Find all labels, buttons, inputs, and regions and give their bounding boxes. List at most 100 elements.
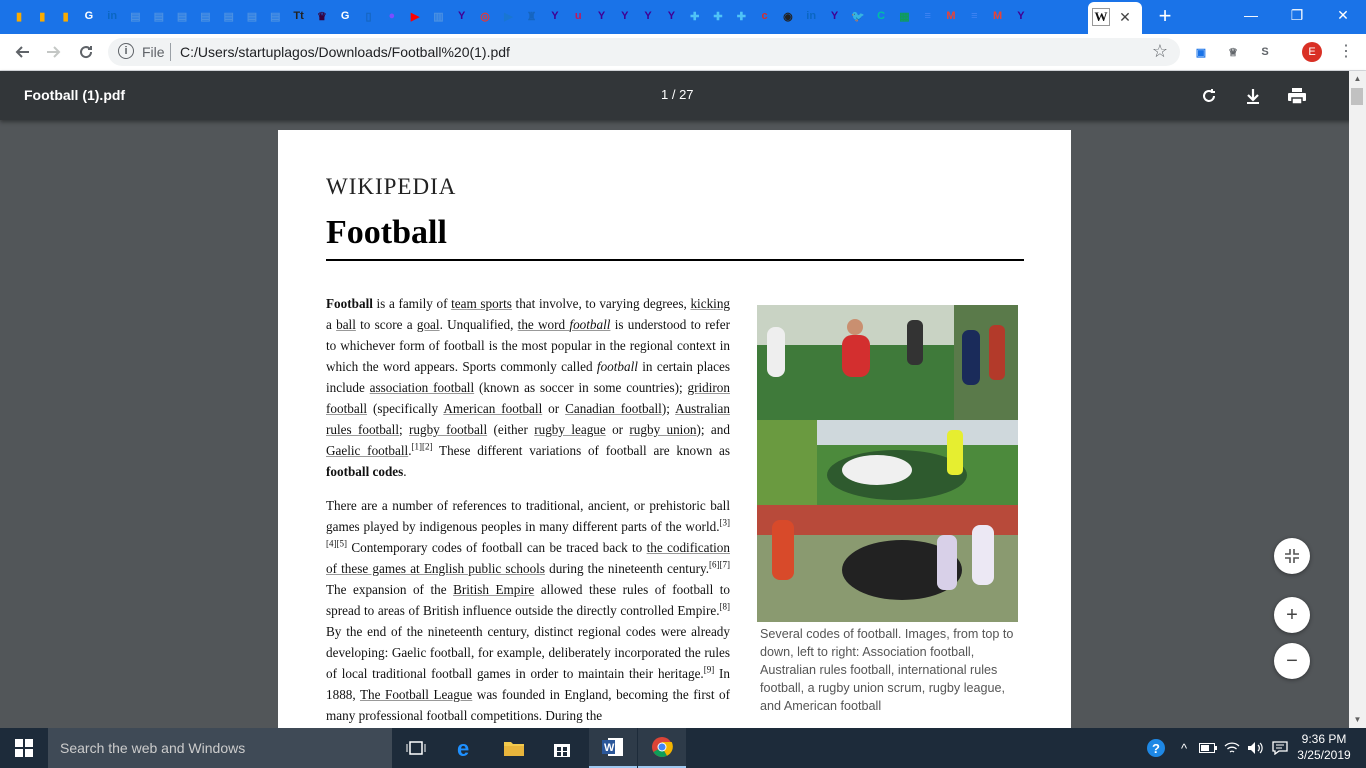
link-goal[interactable]: goal	[417, 317, 440, 332]
site-icon[interactable]: ▤	[172, 6, 192, 26]
wifi-icon[interactable]	[1222, 738, 1242, 758]
linkedin-icon[interactable]: in	[801, 6, 821, 26]
bookmark-app-icon[interactable]: ▣	[1192, 43, 1210, 61]
twitter-icon[interactable]: 🐦	[848, 6, 868, 26]
new-tab-button[interactable]: +	[1154, 5, 1176, 27]
scroll-down-arrow[interactable]: ▼	[1349, 712, 1366, 728]
link-gaelic-football[interactable]: Gaelic football	[326, 443, 408, 458]
info-icon[interactable]: i	[118, 43, 134, 59]
docs-icon[interactable]: ≡	[964, 6, 984, 26]
close-tab-icon[interactable]: ✕	[1116, 8, 1134, 26]
yahoo-icon[interactable]: Y	[545, 6, 565, 26]
gmail-icon[interactable]: M	[988, 6, 1008, 26]
link-rugby-league[interactable]: rugby league	[534, 422, 606, 437]
forward-button[interactable]	[42, 40, 66, 64]
plus-app-icon[interactable]: ✚	[685, 6, 705, 26]
link-kicking[interactable]: kicking	[690, 296, 730, 311]
notifications-icon[interactable]	[1270, 738, 1290, 758]
yahoo-icon[interactable]: Y	[615, 6, 635, 26]
link-codification[interactable]: the codification of these games at Engli…	[326, 540, 730, 576]
link-football-league[interactable]: The Football League	[360, 687, 472, 702]
analytics-icon[interactable]: ▮	[9, 6, 29, 26]
site-icon[interactable]: ◎	[475, 6, 495, 26]
taskbar-word[interactable]: W	[589, 728, 637, 768]
taskbar-file-explorer[interactable]	[490, 728, 538, 768]
circle-icon[interactable]: ●	[382, 6, 402, 26]
site-icon[interactable]: ▤	[242, 6, 262, 26]
system-clock[interactable]: 9:36 PM 3/25/2019	[1296, 731, 1352, 763]
docs-icon[interactable]: ≡	[918, 6, 938, 26]
sheets-icon[interactable]: ▦	[894, 6, 914, 26]
yahoo-icon[interactable]: Y	[638, 6, 658, 26]
play-icon[interactable]: ▶	[498, 6, 518, 26]
scroll-thumb[interactable]	[1351, 88, 1363, 105]
site-icon[interactable]: ▤	[149, 6, 169, 26]
minimize-button[interactable]: —	[1228, 0, 1274, 30]
analytics-icon[interactable]: ▮	[56, 6, 76, 26]
vertical-scrollbar[interactable]: ▲ ▼	[1349, 71, 1366, 728]
taskbar-edge[interactable]: e	[442, 728, 490, 768]
site-icon[interactable]: ▤	[219, 6, 239, 26]
volume-icon[interactable]	[1246, 738, 1266, 758]
trophy-icon[interactable]: ♕	[1224, 43, 1242, 61]
doc-icon[interactable]: ▯	[359, 6, 379, 26]
tt-icon[interactable]: Tt	[289, 6, 309, 26]
link-british-empire[interactable]: British Empire	[453, 582, 534, 597]
site-icon[interactable]: ▤	[126, 6, 146, 26]
link-rugby-union[interactable]: rugby union	[629, 422, 696, 437]
link-ball[interactable]: ball	[336, 317, 356, 332]
chart-icon[interactable]: ▥	[428, 6, 448, 26]
download-button[interactable]	[1240, 83, 1266, 109]
google-icon[interactable]: G	[335, 6, 355, 26]
yahoo-icon[interactable]: Y	[1011, 6, 1031, 26]
restore-button[interactable]: ❐	[1274, 0, 1320, 30]
site-icon[interactable]: ▤	[195, 6, 215, 26]
yahoo-icon[interactable]: Y	[592, 6, 612, 26]
site-icon[interactable]: ▤	[265, 6, 285, 26]
plus-app-icon[interactable]: ✚	[708, 6, 728, 26]
active-tab[interactable]: W ✕	[1088, 2, 1142, 34]
link-association-football[interactable]: association football	[370, 380, 474, 395]
link-canadian-football[interactable]: Canadian football	[565, 401, 662, 416]
profile-avatar[interactable]: E	[1302, 42, 1322, 62]
site-icon[interactable]: C	[871, 6, 891, 26]
reload-button[interactable]	[74, 40, 98, 64]
link-the-word-football[interactable]: the word football	[518, 317, 611, 332]
analytics-icon[interactable]: ▮	[32, 6, 52, 26]
site-icon[interactable]: u	[568, 6, 588, 26]
google-icon[interactable]: G	[79, 6, 99, 26]
gmail-icon[interactable]: M	[941, 6, 961, 26]
scroll-up-arrow[interactable]: ▲	[1349, 71, 1366, 87]
start-button[interactable]	[0, 728, 48, 768]
back-button[interactable]	[10, 40, 34, 64]
youtube-icon[interactable]: ▶	[405, 6, 425, 26]
premier-league-icon[interactable]: ♛	[312, 6, 332, 26]
yahoo-icon[interactable]: Y	[452, 6, 472, 26]
plus-app-icon[interactable]: ✚	[731, 6, 751, 26]
task-view-button[interactable]	[392, 728, 440, 768]
bookmark-star-icon[interactable]: ☆	[1152, 41, 1168, 62]
rotate-button[interactable]	[1196, 83, 1222, 109]
link-rugby-football[interactable]: rugby football	[409, 422, 487, 437]
help-tray-icon[interactable]: ?	[1146, 738, 1166, 758]
yahoo-icon[interactable]: Y	[661, 6, 681, 26]
zoom-in-button[interactable]: +	[1274, 597, 1310, 633]
link-american-football[interactable]: American football	[443, 401, 542, 416]
taskbar-search-box[interactable]: Search the web and Windows	[48, 728, 392, 768]
close-window-button[interactable]: ✕	[1320, 0, 1366, 30]
url-text[interactable]: C:/Users/startuplagos/Downloads/Football…	[180, 44, 510, 60]
address-bar[interactable]: i File C:/Users/startuplagos/Downloads/F…	[108, 38, 1180, 66]
chat-icon[interactable]: ◉	[778, 6, 798, 26]
taskbar-chrome[interactable]	[638, 728, 686, 768]
browser-menu-icon[interactable]: ⋮	[1338, 42, 1354, 62]
site-icon[interactable]: c	[755, 6, 775, 26]
taskbar-store[interactable]	[538, 728, 586, 768]
battery-icon[interactable]	[1198, 738, 1218, 758]
s-extension-icon[interactable]: S	[1256, 43, 1274, 61]
zoom-out-button[interactable]: −	[1274, 643, 1310, 679]
linkedin-icon[interactable]: in	[102, 6, 122, 26]
show-hidden-icons[interactable]: ^	[1174, 738, 1194, 758]
fit-to-page-button[interactable]	[1274, 538, 1310, 574]
link-team-sports[interactable]: team sports	[451, 296, 512, 311]
yahoo-icon[interactable]: Y	[825, 6, 845, 26]
